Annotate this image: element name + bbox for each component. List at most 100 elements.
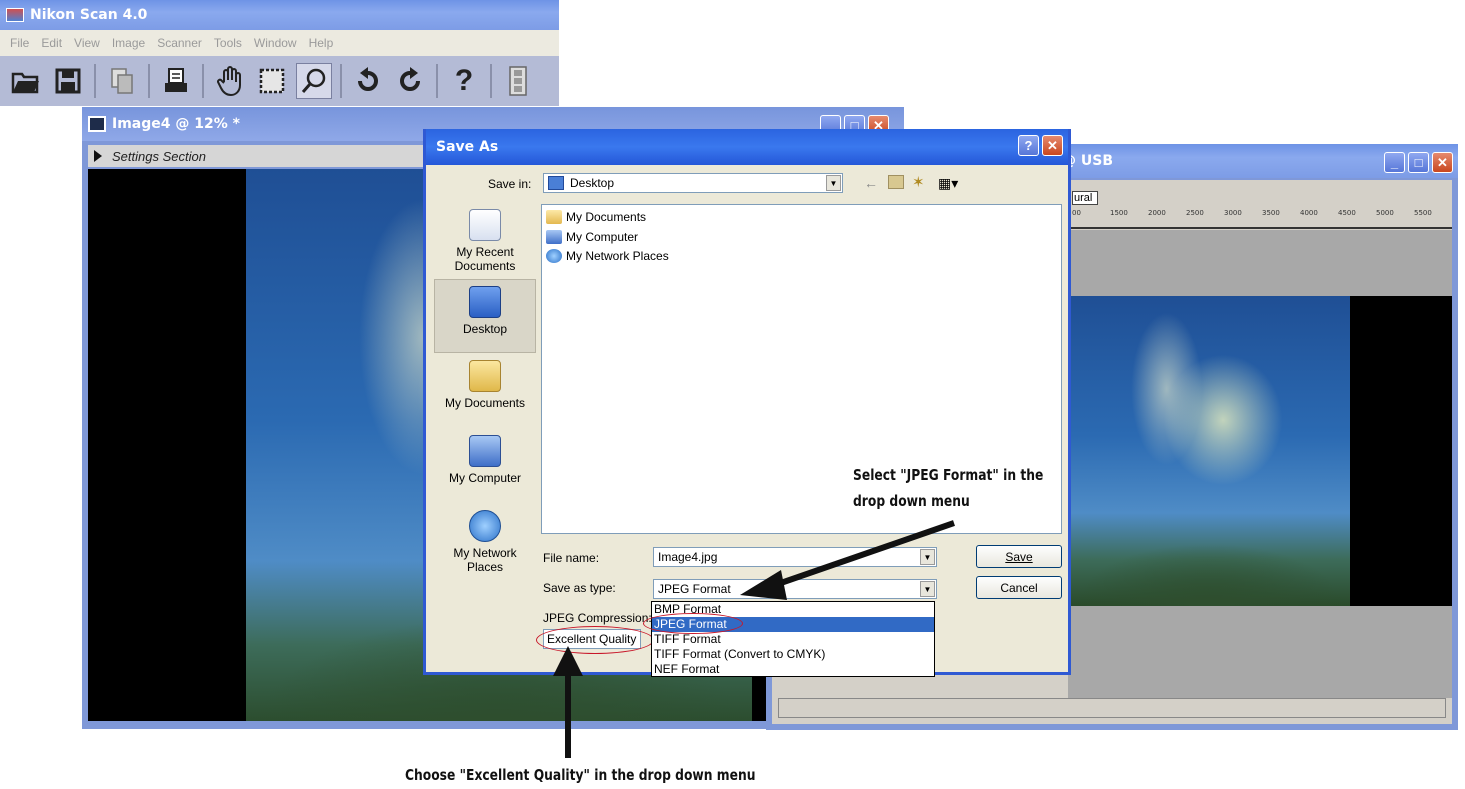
save-in-value: Desktop bbox=[570, 176, 615, 190]
menu-window[interactable]: Window bbox=[254, 36, 297, 50]
hand-tool-icon[interactable] bbox=[212, 63, 248, 99]
open-folder-icon[interactable] bbox=[8, 63, 44, 99]
place-my-documents[interactable]: My Documents bbox=[434, 360, 536, 410]
expand-triangle-icon bbox=[94, 150, 102, 162]
new-folder-icon[interactable]: ✶ bbox=[912, 173, 925, 191]
recent-documents-icon bbox=[469, 209, 501, 241]
list-item-label: My Computer bbox=[566, 230, 639, 244]
places-bar: My Recent Documents Desktop My Documents… bbox=[434, 204, 536, 582]
list-item[interactable]: My Documents bbox=[546, 210, 646, 224]
menu-image[interactable]: Image bbox=[112, 36, 145, 50]
toolbar: ? bbox=[0, 56, 559, 106]
quality-highlight-oval bbox=[536, 626, 654, 654]
preview-photo bbox=[1068, 296, 1350, 606]
copy-icon[interactable] bbox=[104, 63, 140, 99]
help-icon[interactable]: ? bbox=[446, 63, 482, 99]
ruler-tick-label: 00 bbox=[1072, 209, 1081, 217]
type-option-tiff-cmyk[interactable]: TIFF Format (Convert to CMYK) bbox=[652, 647, 934, 662]
app-title: Nikon Scan 4.0 bbox=[30, 7, 148, 23]
save-type-dropdown[interactable]: JPEG Format ▼ bbox=[653, 579, 937, 599]
place-label: Desktop bbox=[462, 322, 508, 336]
chevron-down-icon[interactable]: ▼ bbox=[920, 549, 935, 565]
rotate-left-icon[interactable] bbox=[350, 63, 386, 99]
jpeg-compression-label: JPEG Compression: bbox=[543, 611, 652, 625]
nikon-scan-window: Nikon Scan 4.0 File Edit View Image Scan… bbox=[0, 0, 559, 106]
save-as-dialog: Save As ? ✕ Save in: Desktop ▼ ← ✶ ▦▾ My… bbox=[423, 129, 1071, 675]
save-button[interactable]: Save bbox=[976, 545, 1062, 568]
place-desktop[interactable]: Desktop bbox=[434, 279, 536, 353]
scanner-tab[interactable]: ural bbox=[1072, 191, 1098, 205]
settings-section-label: Settings Section bbox=[112, 148, 206, 164]
place-label: My Computer bbox=[448, 471, 522, 485]
computer-icon bbox=[546, 230, 562, 244]
file-name-field[interactable]: Image4.jpg ▼ bbox=[653, 547, 937, 567]
rotate-right-icon[interactable] bbox=[392, 63, 428, 99]
app-title-bar[interactable]: Nikon Scan 4.0 bbox=[0, 0, 559, 30]
save-icon[interactable] bbox=[50, 63, 86, 99]
menu-scanner[interactable]: Scanner bbox=[157, 36, 202, 50]
ruler-tick-label: 5000 bbox=[1376, 209, 1394, 217]
menu-help[interactable]: Help bbox=[309, 36, 334, 50]
quality-annotation: Choose "Excellent Quality" in the drop d… bbox=[405, 766, 756, 784]
jpeg-highlight-oval bbox=[643, 613, 743, 634]
preview-area[interactable] bbox=[1068, 296, 1452, 606]
cancel-button[interactable]: Cancel bbox=[976, 576, 1062, 599]
dialog-close-icon[interactable]: ✕ bbox=[1042, 135, 1063, 156]
filmstrip-icon[interactable] bbox=[500, 63, 536, 99]
crop-icon[interactable] bbox=[254, 63, 290, 99]
view-menu-icon[interactable]: ▦▾ bbox=[938, 175, 958, 192]
menu-tools[interactable]: Tools bbox=[214, 36, 242, 50]
desktop-icon bbox=[469, 286, 501, 318]
maximize-icon[interactable]: □ bbox=[1408, 152, 1429, 173]
print-icon[interactable] bbox=[158, 63, 194, 99]
jpeg-annotation-line2: drop down menu bbox=[853, 492, 970, 510]
type-option-tiff[interactable]: TIFF Format bbox=[652, 632, 934, 647]
desktop-small-icon bbox=[548, 176, 564, 190]
menu-bar: File Edit View Image Scanner Tools Windo… bbox=[0, 30, 559, 56]
network-places-icon bbox=[469, 510, 501, 542]
zoom-icon[interactable] bbox=[296, 63, 332, 99]
menu-file[interactable]: File bbox=[10, 36, 29, 50]
list-item[interactable]: My Network Places bbox=[546, 249, 669, 263]
ruler-tick-label: 5500 bbox=[1414, 209, 1432, 217]
chevron-down-icon: ▼ bbox=[826, 175, 841, 191]
ruler-tick-label: 3000 bbox=[1224, 209, 1242, 217]
toolbar-separator bbox=[202, 64, 204, 98]
save-in-dropdown[interactable]: Desktop ▼ bbox=[543, 173, 843, 193]
folder-icon bbox=[546, 210, 562, 224]
menu-view[interactable]: View bbox=[74, 36, 100, 50]
save-type-label: Save as type: bbox=[543, 581, 616, 595]
place-label: My Network Places bbox=[453, 546, 517, 574]
minimize-icon[interactable]: _ bbox=[1384, 152, 1405, 173]
globe-icon bbox=[546, 249, 562, 263]
place-network[interactable]: My Network Places bbox=[434, 510, 536, 574]
chevron-down-icon[interactable]: ▼ bbox=[920, 581, 935, 597]
toolbar-separator bbox=[148, 64, 150, 98]
dialog-title-bar[interactable]: Save As bbox=[426, 129, 1068, 165]
save-button-label: Save bbox=[1005, 549, 1033, 564]
dialog-help-icon[interactable]: ? bbox=[1018, 135, 1039, 156]
ruler-tick-label: 2000 bbox=[1148, 209, 1166, 217]
file-name-label: File name: bbox=[543, 551, 600, 565]
ruler-tick-label: 1500 bbox=[1110, 209, 1128, 217]
type-option-nef[interactable]: NEF Format bbox=[652, 662, 934, 677]
back-arrow-icon[interactable]: ← bbox=[864, 175, 878, 191]
ruler-tick-label: 2500 bbox=[1186, 209, 1204, 217]
nikon-scan-app-icon bbox=[6, 8, 24, 22]
ruler-tick-label: 3500 bbox=[1262, 209, 1280, 217]
list-item-label: My Documents bbox=[566, 210, 647, 224]
jpeg-annotation: Select "JPEG Format" in the drop down me… bbox=[853, 462, 1043, 514]
menu-edit[interactable]: Edit bbox=[41, 36, 62, 50]
close-icon[interactable]: ✕ bbox=[1432, 152, 1453, 173]
save-in-label: Save in: bbox=[488, 177, 532, 191]
list-item[interactable]: My Computer bbox=[546, 230, 638, 244]
jpeg-annotation-line1: Select "JPEG Format" in the bbox=[853, 466, 1044, 484]
place-recent-documents[interactable]: My Recent Documents bbox=[434, 209, 536, 273]
my-documents-icon bbox=[469, 360, 501, 392]
up-folder-icon[interactable] bbox=[888, 175, 904, 189]
place-my-computer[interactable]: My Computer bbox=[434, 435, 536, 485]
place-label: My Documents bbox=[444, 396, 526, 410]
dialog-title: Save As bbox=[436, 139, 499, 155]
toolbar-separator bbox=[490, 64, 492, 98]
ruler-tick-label: 4000 bbox=[1300, 209, 1318, 217]
